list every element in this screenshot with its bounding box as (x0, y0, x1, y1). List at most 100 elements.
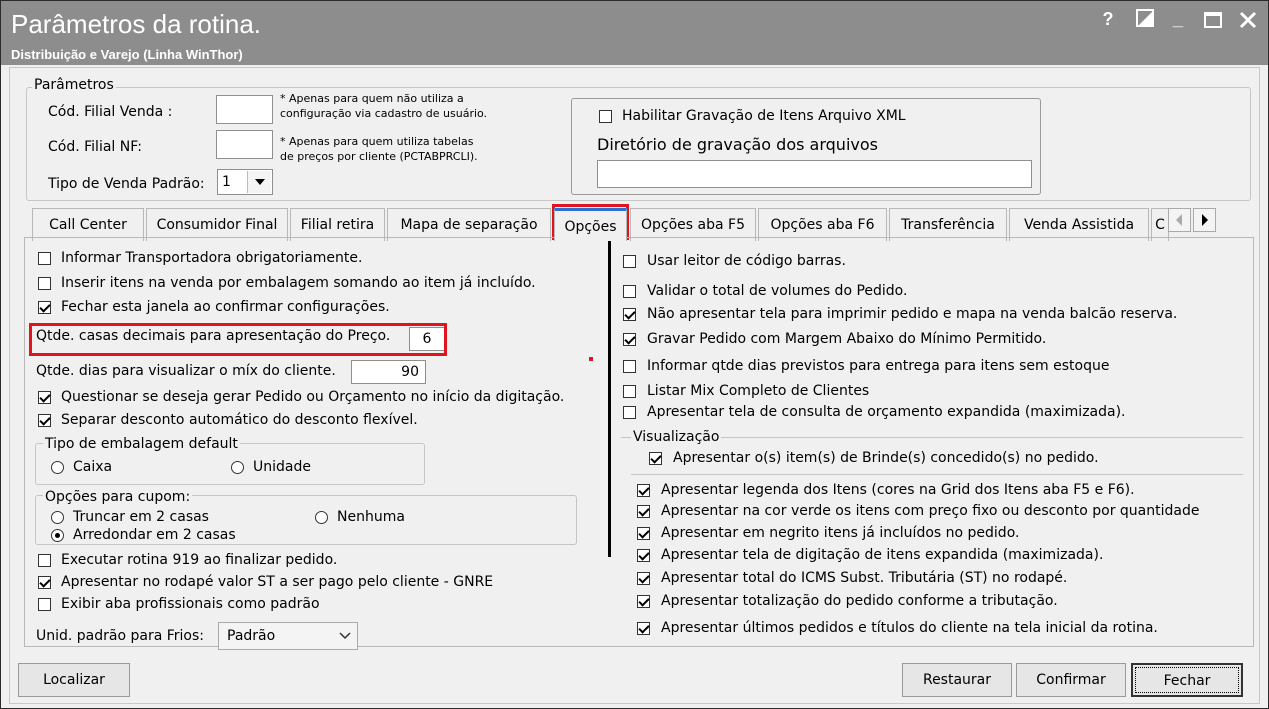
restore-layout-icon[interactable] (1134, 9, 1156, 32)
window-subtitle: Distribuição e Varejo (Linha WinThor) (11, 47, 243, 62)
embalagem-caixa-radio[interactable] (51, 461, 64, 474)
digitacao-expandida-label: Apresentar tela de digitação de itens ex… (661, 547, 1104, 563)
totalizacao-checkbox[interactable] (637, 595, 650, 608)
legenda-itens-label: Apresentar legenda dos Itens (cores na G… (661, 482, 1135, 498)
gnre-checkbox[interactable] (38, 576, 51, 589)
profissionais-checkbox[interactable] (38, 598, 51, 611)
visualizacao-legend: Visualização (631, 429, 722, 445)
leitor-barras-label: Usar leitor de código barras. (647, 253, 846, 269)
chevron-down-icon (337, 627, 353, 647)
mix-completo-label: Listar Mix Completo de Clientes (647, 383, 870, 399)
embalagem-caixa-label: Caixa (73, 459, 113, 475)
cor-verde-label: Apresentar na cor verde os itens com pre… (661, 503, 1200, 519)
tab-op-es[interactable]: Opções (554, 208, 627, 241)
filial-venda-label: Cód. Filial Venda : (48, 104, 173, 120)
margem-minimo-checkbox[interactable] (623, 333, 636, 346)
red-marker (589, 357, 593, 361)
close-icon[interactable] (1237, 11, 1259, 34)
brinde-label: Apresentar o(s) item(s) de Brinde(s) con… (673, 450, 1099, 466)
filial-nf-note: * Apenas para quem utiliza tabelas de pr… (280, 135, 478, 163)
embalagem-soma-checkbox[interactable] (38, 277, 51, 290)
rotina-919-label: Executar rotina 919 ao finalizar pedido. (61, 552, 338, 568)
title-bar: Parâmetros da rotina. Distribuição e Var… (1, 1, 1268, 65)
frios-select[interactable]: Padrão (218, 622, 358, 650)
validar-volumes-checkbox[interactable] (623, 285, 636, 298)
transportadora-checkbox[interactable] (38, 252, 51, 265)
nao-imprimir-checkbox[interactable] (623, 308, 636, 321)
fechar-janela-checkbox[interactable] (38, 301, 51, 314)
cupom-nenhuma-radio[interactable] (315, 511, 328, 524)
visualizacao-divider (631, 474, 1243, 475)
chevron-down-icon[interactable] (247, 171, 271, 193)
embalagem-unidade-label: Unidade (253, 459, 311, 475)
column-divider (608, 237, 611, 557)
leitor-barras-checkbox[interactable] (623, 255, 636, 268)
digitacao-expandida-checkbox[interactable] (637, 549, 650, 562)
cupom-truncar-radio[interactable] (51, 511, 64, 524)
cupom-legend: Opções para cupom: (43, 489, 193, 505)
negrito-label: Apresentar em negrito itens já incluídos… (661, 525, 1020, 541)
fechar-janela-label: Fechar esta janela ao confirmar configur… (61, 299, 390, 315)
embalagem-unidade-radio[interactable] (231, 461, 244, 474)
diretorio-label: Diretório de gravação dos arquivos (597, 135, 878, 154)
mix-completo-checkbox[interactable] (623, 385, 636, 398)
margem-minimo-label: Gravar Pedido com Margem Abaixo do Mínim… (647, 331, 1047, 347)
icms-st-checkbox[interactable] (637, 572, 650, 585)
xml-checkbox[interactable] (599, 110, 612, 123)
filial-venda-note: * Apenas para quem não utiliza a configu… (280, 92, 488, 120)
embalagem-soma-label: Inserir itens na venda por embalagem som… (61, 275, 536, 291)
cupom-nenhuma-label: Nenhuma (337, 509, 405, 525)
window: Parâmetros da rotina. Distribuição e Var… (0, 0, 1269, 709)
minimize-icon[interactable]: _ (1167, 9, 1189, 30)
orcamento-expandida-checkbox[interactable] (623, 406, 636, 419)
questionar-pedido-label: Questionar se deseja gerar Pedido ou Orç… (61, 389, 565, 405)
gnre-label: Apresentar no rodapé valor ST a ser pago… (61, 574, 494, 590)
fechar-button[interactable]: Fechar (1131, 663, 1243, 697)
filial-nf-label: Cód. Filial NF: (48, 139, 142, 155)
legenda-itens-checkbox[interactable] (637, 484, 650, 497)
validar-volumes-label: Validar o total de volumes do Pedido. (647, 283, 908, 299)
casas-highlight-box (29, 323, 447, 356)
dias-entrega-checkbox[interactable] (623, 360, 636, 373)
restaurar-button[interactable]: Restaurar (902, 663, 1012, 697)
tipo-venda-value: 1 (222, 174, 231, 190)
dias-mix-field[interactable]: 90 (351, 360, 426, 384)
cupom-arredondar-radio[interactable] (51, 529, 64, 542)
questionar-pedido-checkbox[interactable] (38, 391, 51, 404)
transportadora-label: Informar Transportadora obrigatoriamente… (61, 250, 363, 266)
rotina-919-checkbox[interactable] (38, 554, 51, 567)
cupom-arredondar-label: Arredondar em 2 casas (73, 527, 236, 543)
frios-label: Unid. padrão para Frios: (36, 628, 205, 644)
cor-verde-checkbox[interactable] (637, 505, 650, 518)
separar-desconto-label: Separar desconto automático do desconto … (61, 412, 418, 428)
dias-entrega-label: Informar qtde dias previstos para entreg… (647, 358, 1110, 374)
diretorio-field[interactable] (597, 160, 1032, 188)
tipo-venda-select[interactable]: 1 (217, 169, 273, 195)
parametros-legend: Parâmetros (32, 77, 116, 93)
tab-scroll-left-icon[interactable] (1168, 208, 1191, 232)
confirmar-button[interactable]: Confirmar (1016, 663, 1126, 697)
embalagem-legend: Tipo de embalagem default (43, 436, 240, 452)
tipo-venda-label: Tipo de Venda Padrão: (48, 176, 205, 192)
nao-imprimir-label: Não apresentar tela para imprimir pedido… (647, 306, 1178, 322)
dias-mix-label: Qtde. dias para visualizar o míx do clie… (36, 363, 336, 379)
filial-nf-field[interactable] (216, 130, 273, 159)
maximize-icon[interactable] (1202, 12, 1224, 33)
xml-checkbox-label: Habilitar Gravação de Itens Arquivo XML (622, 108, 906, 124)
frios-value: Padrão (227, 628, 276, 644)
orcamento-expandida-label: Apresentar tela de consulta de orçamento… (647, 404, 1126, 420)
ultimos-pedidos-checkbox[interactable] (637, 622, 650, 635)
ultimos-pedidos-label: Apresentar últimos pedidos e títulos do … (661, 620, 1158, 636)
separar-desconto-checkbox[interactable] (38, 414, 51, 427)
negrito-checkbox[interactable] (637, 527, 650, 540)
cupom-truncar-label: Truncar em 2 casas (73, 509, 209, 525)
icms-st-label: Apresentar total do ICMS Subst. Tributár… (661, 570, 1068, 586)
help-icon[interactable]: ? (1097, 9, 1119, 30)
totalizacao-label: Apresentar totalização do pedido conform… (661, 593, 1058, 609)
filial-venda-field[interactable] (216, 95, 273, 124)
window-title: Parâmetros da rotina. (11, 9, 262, 39)
localizar-button[interactable]: Localizar (18, 663, 130, 697)
profissionais-label: Exibir aba profissionais como padrão (61, 596, 320, 612)
tab-scroll-right-icon[interactable] (1193, 208, 1216, 232)
brinde-checkbox[interactable] (649, 452, 662, 465)
